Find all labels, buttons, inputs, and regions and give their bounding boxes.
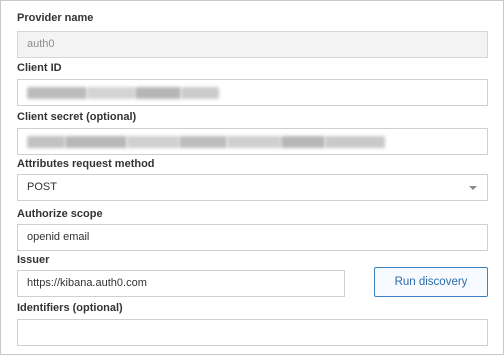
client-id-label: Client ID [17,62,62,74]
attributes-request-method-value: POST [27,181,57,193]
attributes-request-method-label: Attributes request method [17,158,155,170]
client-secret-redacted-value [27,129,385,154]
authorize-scope-label: Authorize scope [17,208,103,220]
authorize-scope-field[interactable]: openid email [17,224,488,251]
client-secret-label: Client secret (optional) [17,111,137,123]
provider-name-field: auth0 [17,31,488,58]
attributes-request-method-select[interactable]: POST [17,174,488,201]
client-id-field[interactable] [17,79,488,106]
client-id-redacted-value [27,80,219,105]
provider-form: Provider name auth0 Client ID Client sec… [0,0,504,355]
issuer-label: Issuer [17,254,50,266]
identifiers-field[interactable] [17,319,488,346]
chevron-down-icon [469,186,477,190]
client-secret-field[interactable] [17,128,488,155]
provider-name-label: Provider name [17,12,94,24]
run-discovery-button[interactable]: Run discovery [374,267,488,297]
identifiers-label: Identifiers (optional) [17,302,123,314]
issuer-field[interactable]: https://kibana.auth0.com [17,270,345,297]
